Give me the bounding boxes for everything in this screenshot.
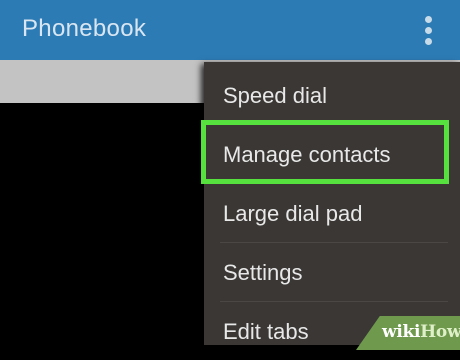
app-title: Phonebook — [22, 15, 147, 42]
menu-item-label: Speed dial — [223, 83, 327, 108]
menu-item-label: Settings — [223, 260, 303, 285]
menu-item-settings[interactable]: Settings — [204, 243, 460, 301]
menu-item-speed-dial[interactable]: Speed dial — [204, 66, 460, 124]
menu-item-label: Edit tabs — [223, 319, 309, 344]
more-vert-icon[interactable] — [412, 12, 444, 48]
menu-item-large-dial-pad[interactable]: Large dial pad — [204, 184, 460, 242]
watermark-logo: wikiHow — [382, 322, 460, 342]
overflow-menu: Speed dial Manage contacts Large dial pa… — [204, 62, 460, 345]
menu-item-label: Large dial pad — [223, 201, 363, 226]
watermark-logo-how: How — [420, 322, 460, 342]
watermark-logo-wiki: wiki — [382, 322, 421, 342]
app-bar: Phonebook — [0, 0, 460, 60]
highlight-box — [201, 120, 449, 184]
